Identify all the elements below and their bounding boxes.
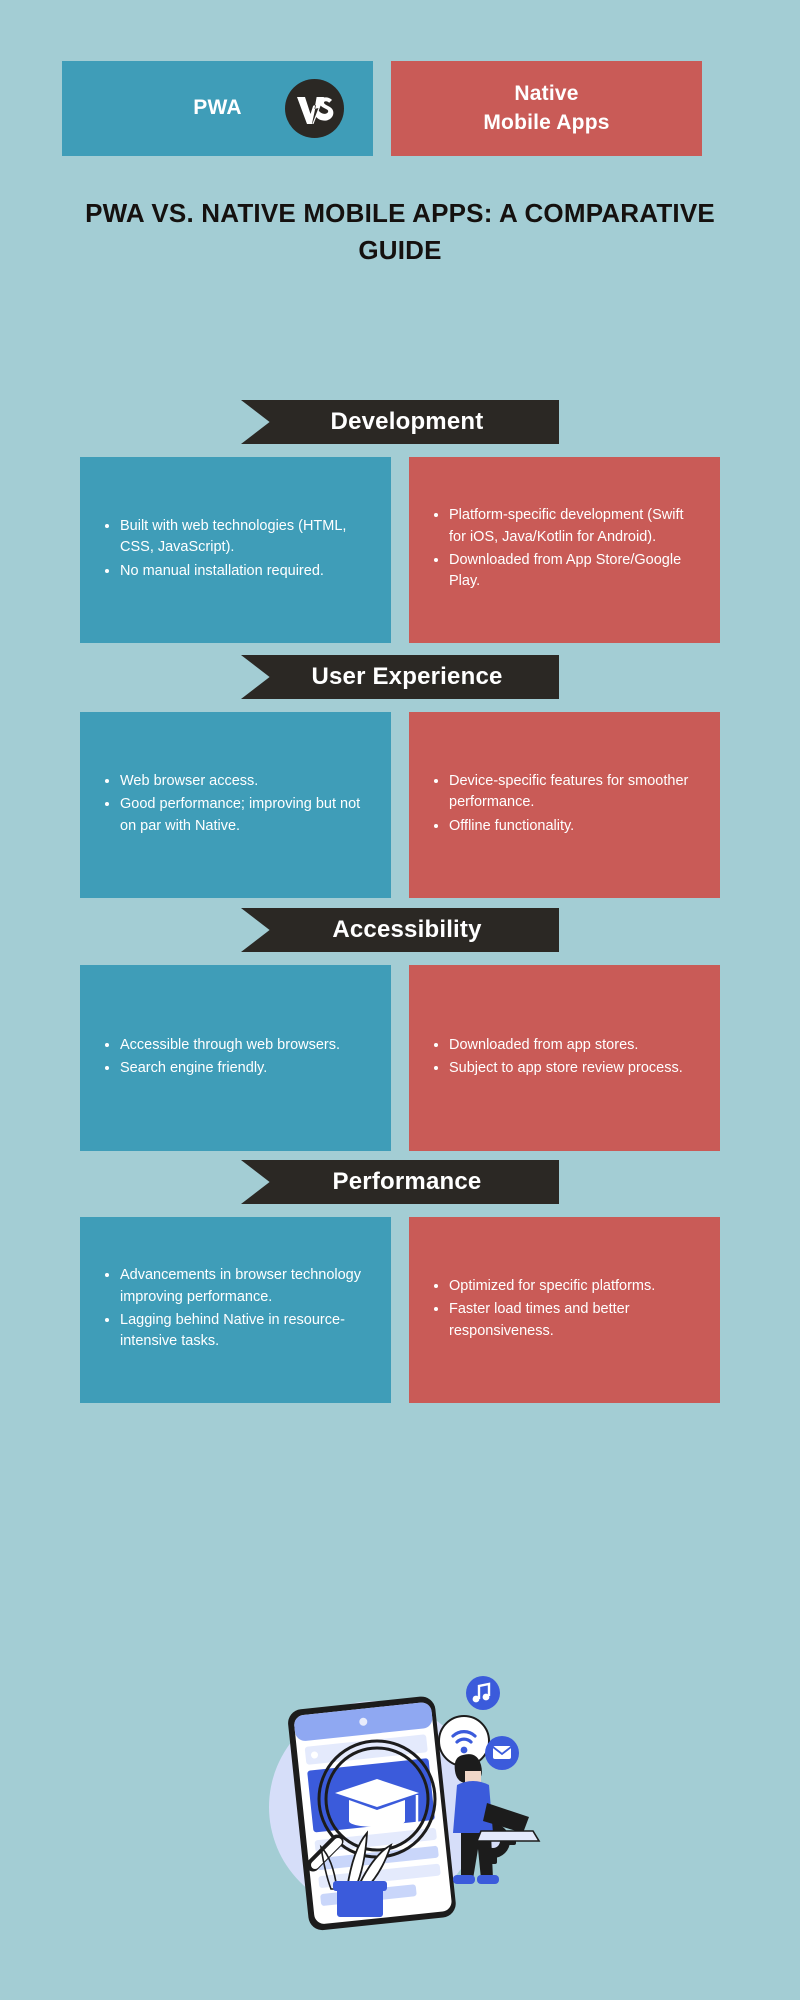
card-native-accessibility: Downloaded from app stores. Subject to a…	[409, 965, 720, 1151]
card-native-user-experience: Device-specific features for smoother pe…	[409, 712, 720, 898]
list-item: No manual installation required.	[120, 561, 369, 582]
card-native-performance: Optimized for specific platforms. Faster…	[409, 1217, 720, 1403]
section-banner-label: Development	[330, 408, 484, 435]
list-item: Good performance; improving but not on p…	[120, 794, 369, 837]
section-banner-label: Accessibility	[332, 916, 482, 943]
section-banner-performance: Performance	[241, 1160, 559, 1204]
header-comparison-bar: PWA Native Mobile Apps	[62, 61, 702, 156]
header-native-label: Native Mobile Apps	[483, 80, 609, 137]
section-accessibility: Accessibility Accessible through web bro…	[0, 908, 800, 1151]
list-item: Subject to app store review process.	[449, 1058, 683, 1079]
card-native-list: Optimized for specific platforms. Faster…	[409, 1276, 720, 1344]
list-item: Downloaded from App Store/Google Play.	[449, 550, 698, 593]
section-performance: Performance Advancements in browser tech…	[0, 1160, 800, 1403]
list-item: Offline functionality.	[449, 816, 698, 837]
card-pwa-development: Built with web technologies (HTML, CSS, …	[80, 457, 391, 643]
page-title: PWA VS. NATIVE MOBILE APPS: A COMPARATIV…	[85, 198, 715, 265]
list-item: Device-specific features for smoother pe…	[449, 771, 698, 814]
section-banner-label: User Experience	[311, 663, 503, 690]
card-native-list: Platform-specific development (Swift for…	[409, 505, 720, 595]
card-native-list: Device-specific features for smoother pe…	[409, 771, 720, 839]
list-item: Search engine friendly.	[120, 1058, 340, 1079]
header-native-label-line2: Mobile Apps	[483, 110, 610, 134]
header-pwa-label: PWA	[193, 96, 242, 120]
section-cards-accessibility: Accessible through web browsers. Search …	[80, 965, 720, 1151]
infographic-page: PWA Native Mobile Apps PWA VS. NATIVE MO…	[0, 0, 800, 2000]
section-banner-label: Performance	[332, 1168, 482, 1195]
list-item: Platform-specific development (Swift for…	[449, 505, 698, 548]
music-note-icon	[466, 1676, 500, 1710]
card-pwa-list: Accessible through web browsers. Search …	[80, 1035, 362, 1082]
header-native-label-line1: Native	[514, 82, 579, 106]
card-pwa-performance: Advancements in browser technology impro…	[80, 1217, 391, 1403]
list-item: Faster load times and better responsiven…	[449, 1299, 698, 1342]
list-item: Lagging behind Native in resource-intens…	[120, 1310, 369, 1353]
section-cards-performance: Advancements in browser technology impro…	[80, 1217, 720, 1403]
list-item: Built with web technologies (HTML, CSS, …	[120, 516, 369, 559]
section-banner-accessibility: Accessibility	[241, 908, 559, 952]
card-native-list: Downloaded from app stores. Subject to a…	[409, 1035, 705, 1082]
card-pwa-list: Advancements in browser technology impro…	[80, 1265, 391, 1355]
section-banner-development: Development	[241, 400, 559, 444]
section-user-experience: User Experience Web browser access. Good…	[0, 655, 800, 898]
section-cards-development: Built with web technologies (HTML, CSS, …	[80, 457, 720, 643]
list-item: Accessible through web browsers.	[120, 1035, 340, 1056]
section-banner-user-experience: User Experience	[241, 655, 559, 699]
header-native-panel: Native Mobile Apps	[391, 61, 702, 156]
list-item: Advancements in browser technology impro…	[120, 1265, 369, 1308]
card-native-development: Platform-specific development (Swift for…	[409, 457, 720, 643]
vs-badge-icon	[285, 79, 344, 138]
card-pwa-user-experience: Web browser access. Good performance; im…	[80, 712, 391, 898]
section-cards-user-experience: Web browser access. Good performance; im…	[80, 712, 720, 898]
person-with-laptop	[453, 1754, 541, 1884]
card-pwa-list: Web browser access. Good performance; im…	[80, 771, 391, 839]
list-item: Optimized for specific platforms.	[449, 1276, 698, 1297]
envelope-icon	[485, 1736, 519, 1770]
card-pwa-accessibility: Accessible through web browsers. Search …	[80, 965, 391, 1151]
card-pwa-list: Built with web technologies (HTML, CSS, …	[80, 516, 391, 584]
footer-illustration	[225, 1675, 575, 1935]
list-item: Downloaded from app stores.	[449, 1035, 683, 1056]
section-development: Development Built with web technologies …	[0, 400, 800, 643]
list-item: Web browser access.	[120, 771, 369, 792]
